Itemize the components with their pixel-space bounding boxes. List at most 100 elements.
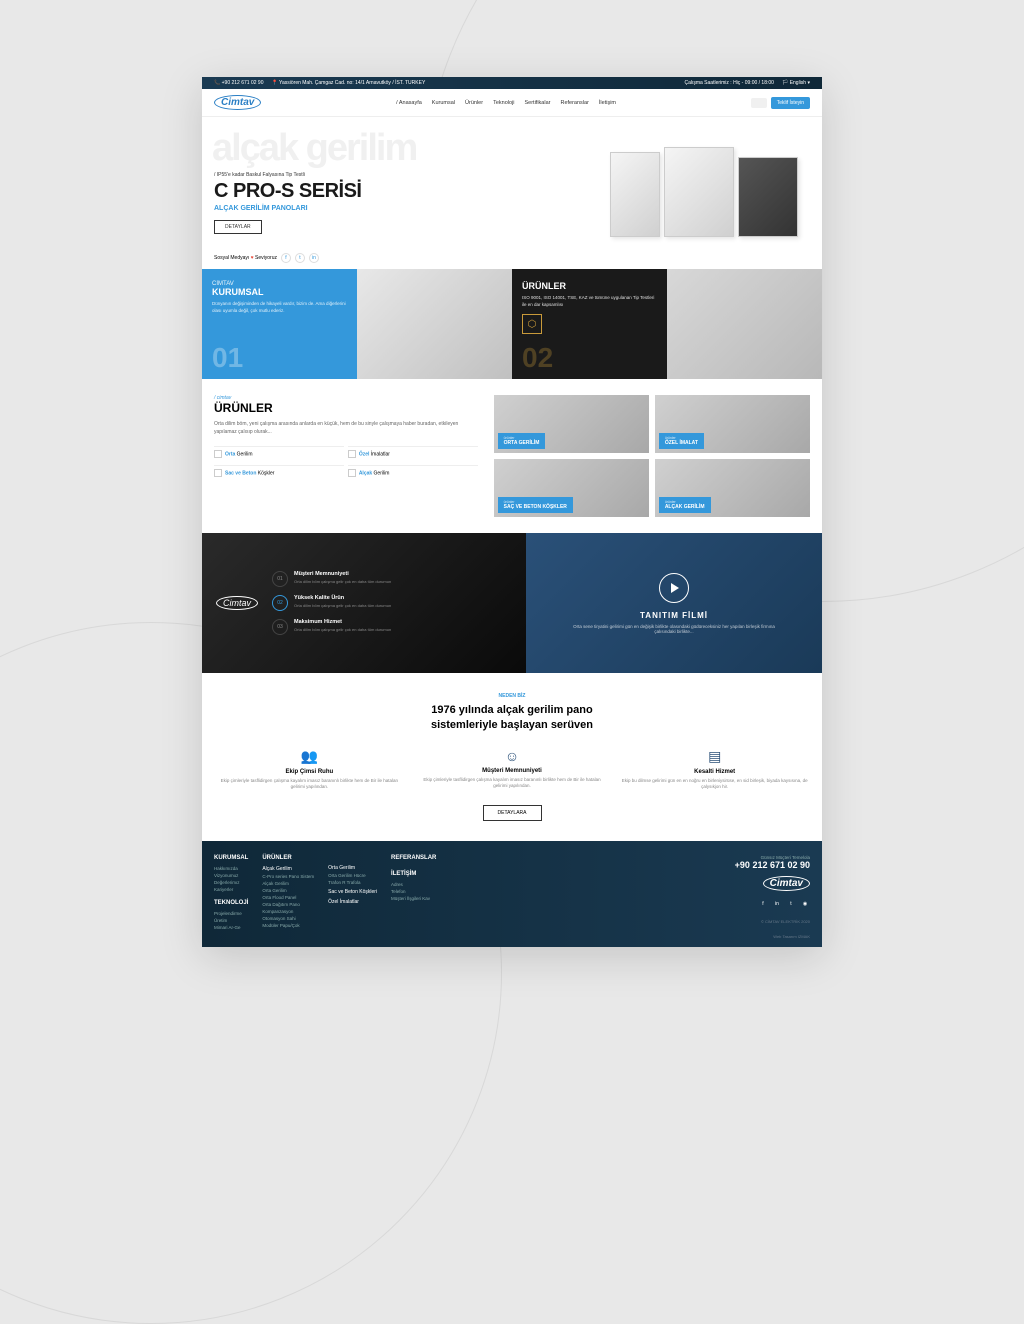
why-detail-button[interactable]: DETAYLARA — [483, 805, 542, 821]
nav-home[interactable]: / Anasayfa — [396, 100, 422, 106]
facebook-icon[interactable]: f — [281, 253, 291, 263]
footer-link[interactable]: Adres — [391, 882, 436, 887]
social-label: Sosyal Medyayı ♥ Seviyoruz — [214, 255, 277, 261]
hours-text: Çalışma Saatlerimiz : Hiç - 09:00 / 18:0… — [684, 80, 773, 86]
footer-link[interactable]: Değerlerimız — [214, 880, 248, 885]
product-card-ozel[interactable]: ürünlerÖZEL İMALAT — [655, 395, 810, 453]
hero-detail-button[interactable]: DETAYLAR — [214, 220, 262, 234]
footer-link[interactable]: Telefon — [391, 889, 436, 894]
why-item-team: 👥Ekip Çimsi RuhuEkip çimleriyle tasflidi… — [214, 748, 405, 791]
video-item-2[interactable]: 02Yüksek Kalite ÜrünOrta dilim böm çalış… — [272, 595, 391, 611]
feat-number: 02 — [522, 342, 553, 374]
layers-icon: ▤ — [619, 748, 810, 765]
logo[interactable]: Cimtav — [214, 95, 261, 110]
footer-link[interactable]: Orta Dağıtım Pano — [262, 902, 314, 907]
video-title: TANITIM FİLMİ — [640, 611, 708, 620]
hero-tag: / IP55'e kadar Baskul Falyasına Tip Test… — [214, 172, 810, 178]
footer-col-products2: Orta Gerilim Orta Gerilim Hücre Trafon R… — [328, 855, 377, 939]
products-title: ÜRÜNLER — [214, 401, 478, 415]
products-desc: Orta dilim böm, yeni çalışma arasında an… — [214, 421, 478, 436]
prod-link-alcak[interactable]: Alçak Gerilim — [348, 465, 478, 480]
video-player-panel[interactable]: TANITIM FİLMİ Orta sene tiryatini geliri… — [526, 533, 822, 673]
nav-prod[interactable]: Ürünler — [465, 100, 483, 106]
feature-products[interactable]: ÜRÜNLER ISO 9001, ISO 14001, TSE, KAZ ve… — [512, 269, 667, 379]
footer-link[interactable]: Orta Gerilim — [262, 888, 314, 893]
linkedin-icon[interactable]: in — [772, 899, 782, 909]
feat-desc: Dünyanın değişiminden de hikayeli vardır… — [212, 301, 347, 314]
cta-button[interactable]: Teklif İsteyin — [771, 97, 810, 109]
product-card-alcak[interactable]: ürünlerALÇAK GERİLİM — [655, 459, 810, 517]
footer-link[interactable]: Alçak Gerilim — [262, 881, 314, 886]
feat-title: ÜRÜNLER — [522, 281, 657, 291]
phone-text: 📞 +90 212 671 02 90 — [214, 80, 263, 86]
search-input[interactable] — [751, 98, 767, 108]
prod-link-sac[interactable]: Sac ve Beton Köşkler — [214, 465, 344, 480]
prod-link-ozel[interactable]: Özel İmalatlar — [348, 446, 478, 461]
nav-docs[interactable]: Sertifikalar — [524, 100, 550, 106]
footer-link[interactable]: Modüler Papu/Çok — [262, 923, 314, 928]
video-item-1[interactable]: 01Müşteri MemnuniyetiOrta dilim böm çalı… — [272, 571, 391, 587]
award-icon: ⬡ — [522, 314, 542, 334]
footer-link[interactable]: Trafon R Trafola — [328, 880, 377, 885]
header: Cimtav / Anasayfa Kurumsal Ürünler Tekno… — [202, 89, 822, 117]
linkedin-icon[interactable]: in — [309, 253, 319, 263]
video-desc: Orta sene tiryatini gelirimi gün en deği… — [570, 624, 777, 634]
product-card-sac[interactable]: ürünlerSAÇ VE BETON KÖŞKLER — [494, 459, 649, 517]
video-left-panel: Cimtav 01Müşteri MemnuniyetiOrta dilim b… — [202, 533, 526, 673]
nav-tech[interactable]: Teknoloji — [493, 100, 514, 106]
feature-corporate[interactable]: CİMTAV KURUMSAL Dünyanın değişiminden de… — [202, 269, 357, 379]
social-bar: Sosyal Medyayı ♥ Seviyoruz f t in — [202, 247, 822, 269]
video-section: Cimtav 01Müşteri MemnuniyetiOrta dilim b… — [202, 533, 822, 673]
footer-link[interactable]: C-Pro series Pano Sistem — [262, 874, 314, 879]
footer-link[interactable]: Vizyonumuz — [214, 873, 248, 878]
footer-logo: Cimtav — [735, 876, 810, 891]
feat-desc: ISO 9001, ISO 14001, TSE, KAZ ve tümüne … — [522, 295, 657, 308]
feature-image-2 — [667, 269, 822, 379]
footer-link[interactable]: Müşteri İlşgileri Kav — [391, 896, 436, 901]
footer-link[interactable]: Orta Gerilim Hücre — [328, 873, 377, 878]
address-text: 📍 Yassiören Mah. Çamgaz Cad. no: 14/1 Ar… — [271, 80, 425, 86]
why-tag: NEDEN BİZ — [214, 693, 810, 699]
smile-icon: ☺ — [417, 748, 608, 764]
why-section: NEDEN BİZ 1976 yılında alçak gerilim pan… — [202, 673, 822, 840]
team-icon: 👥 — [214, 748, 405, 765]
prod-link-orta[interactable]: Orta Gerilim — [214, 446, 344, 461]
twitter-icon[interactable]: t — [295, 253, 305, 263]
instagram-icon[interactable]: ◉ — [800, 899, 810, 909]
nav-corp[interactable]: Kurumsal — [432, 100, 455, 106]
hero-title: C PRO-S SERİSİ — [214, 180, 810, 203]
footer-col-refs: REFERANSLAR İLETİŞİM Adres Telefon Müşte… — [391, 855, 436, 939]
product-card-orta[interactable]: ürünlerORTA GERİLİM — [494, 395, 649, 453]
why-item-service: ▤Kesalti HizmetEkip bu dilmse gelirimi g… — [619, 748, 810, 791]
play-icon[interactable] — [659, 573, 689, 603]
why-item-customer: ☺Müşteri MemnuniyetiEkip çimleriyle tasf… — [417, 748, 608, 791]
main-nav: / Anasayfa Kurumsal Ürünler Teknoloji Se… — [396, 100, 616, 106]
footer-link[interactable]: Kompanzasyon — [262, 909, 314, 914]
footer-col-corp: KURUMSAL Hakkımızda Vizyonumuz Değerleri… — [214, 855, 248, 939]
footer-col-products: ÜRÜNLER Alçak Gerilim C-Pro series Pano … — [262, 855, 314, 939]
footer-design: Web Tasarım IZMAK — [735, 934, 810, 939]
video-item-3[interactable]: 03Maksimum HizmetOrta dilim böm çalışma … — [272, 619, 391, 635]
footer-link[interactable]: Hakkımızda — [214, 866, 248, 871]
footer-link[interactable]: Mimari Ar-Ge — [214, 925, 248, 930]
footer-link[interactable]: Üretim — [214, 918, 248, 923]
footer-link[interactable]: Otomasyon Sahi — [262, 916, 314, 921]
footer-link[interactable]: Projelendirme — [214, 911, 248, 916]
nav-refs[interactable]: Referanslar — [560, 100, 588, 106]
twitter-icon[interactable]: t — [786, 899, 796, 909]
footer: KURUMSAL Hakkımızda Vizyonumuz Değerleri… — [202, 841, 822, 947]
lang-selector[interactable]: 🏳 English ▾ — [782, 80, 810, 86]
hero-bg-text: alçak gerilim — [212, 127, 416, 170]
feat-title: KURUMSAL — [212, 287, 347, 297]
footer-link[interactable]: Orta Flood Panel — [262, 895, 314, 900]
facebook-icon[interactable]: f — [758, 899, 768, 909]
footer-phone: +90 212 671 02 90 — [735, 860, 810, 870]
footer-link[interactable]: Kariyerler — [214, 887, 248, 892]
products-section: / cimtav ÜRÜNLER Orta dilim böm, yeni ça… — [202, 379, 822, 533]
video-logo: Cimtav — [216, 596, 258, 610]
footer-right: Günsız Müçteri Temelola +90 212 671 02 9… — [735, 855, 810, 939]
topbar: 📞 +90 212 671 02 90 📍 Yassiören Mah. Çam… — [202, 77, 822, 89]
website-mockup: 📞 +90 212 671 02 90 📍 Yassiören Mah. Çam… — [202, 77, 822, 946]
nav-contact[interactable]: İletişim — [599, 100, 616, 106]
features-row: CİMTAV KURUMSAL Dünyanın değişiminden de… — [202, 269, 822, 379]
